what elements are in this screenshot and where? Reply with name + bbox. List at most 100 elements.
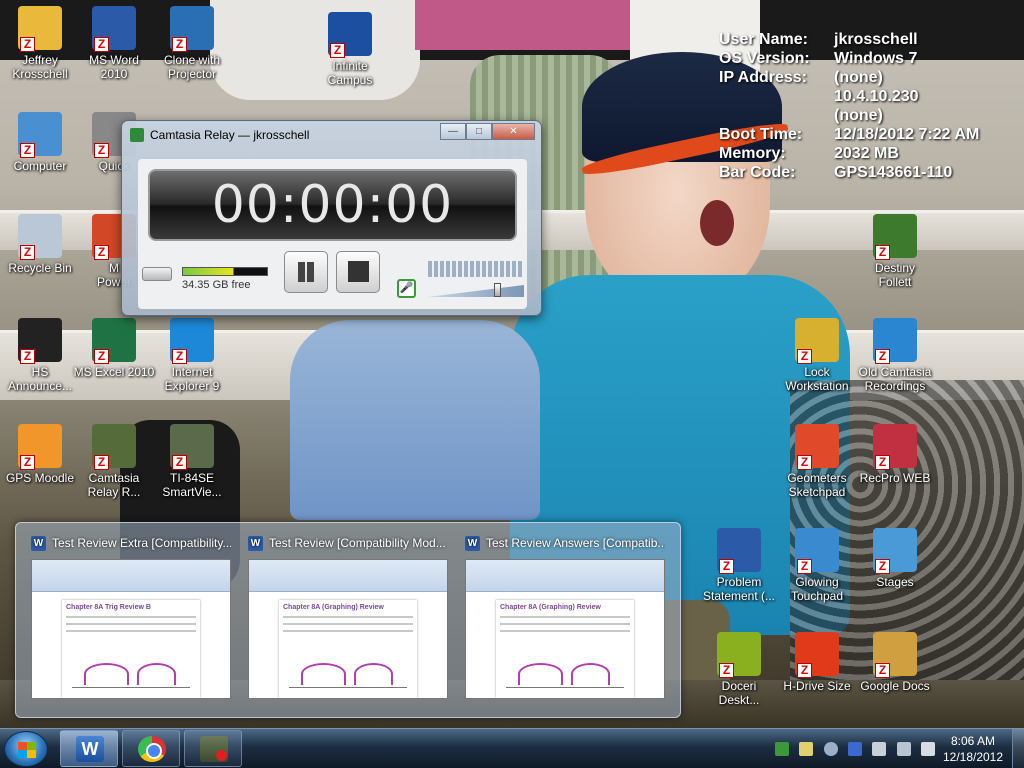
volume-slider[interactable] — [428, 283, 524, 297]
desktop-icon[interactable]: Z Clone with Projector — [150, 6, 234, 81]
taskbar-chrome-button[interactable] — [122, 730, 180, 767]
desktop-icon[interactable]: Z Stages — [853, 528, 937, 589]
desktop-icon[interactable]: Z Infinite Campus — [308, 12, 392, 87]
thumbnail-title: Test Review Answers [Compatib... — [486, 536, 665, 550]
excel-icon: Z — [92, 318, 136, 364]
stop-button[interactable] — [336, 251, 380, 293]
network-icon[interactable] — [896, 742, 911, 756]
windows-clone-icon: Z — [170, 6, 214, 52]
desktop-icon[interactable]: Z Google Docs — [853, 632, 937, 693]
desktop-icon[interactable]: Z Glowing Touchpad — [775, 528, 859, 603]
shortcut-badge-icon: Z — [94, 143, 109, 158]
touchpad-icon: Z — [795, 528, 839, 574]
desktop-icon[interactable]: Z GPS Moodle — [0, 424, 82, 485]
bginfo-row: User Name: jkrosschell — [719, 31, 918, 48]
desktop-icon[interactable]: Z Recycle Bin — [0, 214, 82, 275]
disk-space-indicator: 34.35 GB free — [142, 261, 272, 291]
desktop-icon[interactable]: Z MS Word 2010 — [72, 6, 156, 81]
desktop-icon[interactable]: Z Destiny Follett — [853, 214, 937, 289]
desktop-icon-label: Stages — [876, 575, 914, 589]
show-desktop-button[interactable] — [1012, 729, 1024, 768]
desktop-icon[interactable]: Z Doceri Deskt... — [697, 632, 781, 707]
chrome-icon — [138, 736, 166, 762]
sync-tray-icon[interactable] — [823, 742, 838, 756]
bginfo-overlay: User Name: jkrosschell OS Version: Windows… — [719, 30, 979, 182]
shortcut-badge-icon: Z — [172, 455, 187, 470]
volume-icon[interactable] — [920, 742, 935, 756]
camtasia-relay-icon: Z — [92, 424, 136, 470]
desktop-icon[interactable]: Z Computer — [0, 112, 82, 173]
word-icon: W — [31, 535, 46, 551]
close-button[interactable]: ✕ — [492, 123, 535, 140]
shortcut-badge-icon: Z — [94, 37, 109, 52]
volume-slider-thumb[interactable] — [494, 283, 501, 297]
shortcut-badge-icon: Z — [20, 143, 35, 158]
recpro-icon: Z — [873, 424, 917, 470]
thumbnail-title: Test Review Extra [Compatibility... — [52, 536, 231, 550]
desktop-icon-label: Infinite Campus — [327, 59, 373, 87]
moodle-icon: Z — [18, 424, 62, 470]
camtasia-app-icon — [130, 128, 144, 142]
taskbar-camtasia-button[interactable] — [184, 730, 242, 767]
shortcut-badge-icon: Z — [20, 37, 35, 52]
shortcut-badge-icon: Z — [797, 663, 812, 678]
desktop-icon[interactable]: Z TI-84SE SmartVie... — [150, 424, 234, 499]
desktop-icon-label: Jeffrey Krosschell — [12, 53, 68, 81]
security-tray-icon[interactable] — [775, 742, 790, 756]
google-docs-icon: Z — [873, 632, 917, 678]
camtasia-relay-window[interactable]: Camtasia Relay — jkrosschell — □ ✕ 00:00… — [121, 120, 542, 316]
maximize-button[interactable]: □ — [466, 123, 492, 140]
desktop-icon[interactable]: Z Jeffrey Krosschell — [0, 6, 82, 81]
desktop-icon-label: Old Camtasia Recordings — [858, 365, 932, 393]
shortcut-badge-icon: Z — [94, 245, 109, 260]
system-tray — [770, 729, 940, 768]
shortcut-badge-icon: Z — [94, 349, 109, 364]
minimize-button[interactable]: — — [440, 123, 466, 140]
display-tray-icon[interactable] — [872, 742, 887, 756]
desktop-icon[interactable]: Z Camtasia Relay R... — [72, 424, 156, 499]
bluetooth-icon[interactable] — [847, 742, 862, 756]
recycle-bin-icon: Z — [18, 214, 62, 260]
bginfo-row: OS Version: Windows 7 — [719, 50, 918, 67]
window-controls: — □ ✕ — [440, 123, 535, 140]
desktop-icon-label: Destiny Follett — [874, 261, 915, 289]
word-taskbar-icon: W — [76, 736, 104, 762]
desktop-icon[interactable]: Z RecPro WEB — [853, 424, 937, 485]
recorder-panel: 00:00:00 34.35 GB free 🎤 — [138, 159, 527, 309]
taskbar: W 8:06 AM 12/18/2012 — [0, 728, 1024, 768]
desktop-icon[interactable]: Z Lock Workstation — [775, 318, 859, 393]
shortcut-badge-icon: Z — [875, 559, 890, 574]
desktop-icon-label: TI-84SE SmartVie... — [162, 471, 222, 499]
window-thumbnail[interactable]: W Test Review Extra [Compatibility... Cha… — [31, 533, 231, 699]
shortcut-badge-icon: Z — [719, 663, 734, 678]
shortcut-badge-icon: Z — [20, 245, 35, 260]
desktop-icon[interactable]: Z HS Announce... — [0, 318, 82, 393]
shortcut-badge-icon: Z — [875, 455, 890, 470]
desktop-icon[interactable]: Z Internet Explorer 9 — [150, 318, 234, 393]
shortcut-badge-icon: Z — [719, 559, 734, 574]
microphone-icon[interactable]: 🎤 — [397, 279, 416, 298]
taskbar-clock[interactable]: 8:06 AM 12/18/2012 — [940, 733, 1006, 765]
desktop-icon[interactable]: Z Problem Statement (... — [697, 528, 781, 603]
start-button[interactable] — [4, 731, 48, 767]
notes-tray-icon[interactable] — [799, 742, 814, 756]
internet-explorer-icon: Z — [170, 318, 214, 364]
shortcut-badge-icon: Z — [875, 663, 890, 678]
desktop-icon-label: MS Excel 2010 — [73, 365, 155, 379]
window-thumbnail[interactable]: W Test Review Answers [Compatib... Chapte… — [465, 533, 665, 699]
pause-button[interactable] — [284, 251, 328, 293]
taskbar-word-button[interactable]: W — [60, 730, 118, 767]
document-preview: Chapter 8A (Graphing) Review — [248, 559, 448, 699]
bginfo-row: (none) — [834, 107, 883, 124]
desktop-icon[interactable]: Z H-Drive Size — [775, 632, 859, 693]
desktop-icon[interactable]: Z MS Excel 2010 — [72, 318, 156, 379]
window-thumbnail[interactable]: W Test Review [Compatibility Mod... Chapt… — [248, 533, 448, 699]
bginfo-row: IP Address: (none) — [719, 69, 883, 86]
clock-time: 8:06 AM — [950, 734, 996, 748]
sketchpad-icon: Z — [795, 424, 839, 470]
shortcut-badge-icon: Z — [172, 37, 187, 52]
doc-heading: Chapter 8A (Graphing) Review — [500, 604, 601, 611]
desktop-icon[interactable]: Z Geometers Sketchpad — [775, 424, 859, 499]
desktop-icon[interactable]: Z Old Camtasia Recordings — [853, 318, 937, 393]
thumbnail-title: Test Review [Compatibility Mod... — [269, 536, 446, 550]
